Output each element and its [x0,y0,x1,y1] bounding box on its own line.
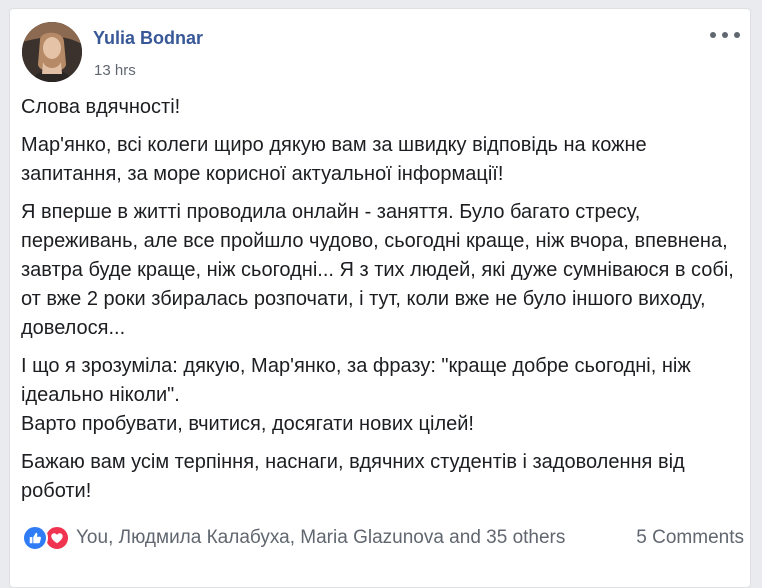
dot [734,32,740,38]
author-name[interactable]: Yulia Bodnar [93,28,203,49]
post-card: Yulia Bodnar 13 hrs Слова вдячності! Мар… [9,8,751,588]
dot [722,32,728,38]
post-body: Слова вдячності! Мар'янко, всі колеги щи… [21,93,737,515]
post-header: Yulia Bodnar 13 hrs [22,22,740,86]
reactors-text[interactable]: You, Людмила Калабуха, Maria Glazunova a… [76,527,565,549]
post-paragraph: Я вперше в житті проводила онлайн - заня… [21,201,734,339]
post-timestamp[interactable]: 13 hrs [94,62,136,79]
more-options-icon[interactable] [710,26,740,44]
post-footer: You, Людмила Калабуха, Maria Glazunova a… [22,523,744,553]
comments-link[interactable]: 5 Comments [636,527,744,549]
like-icon [22,525,48,551]
post-paragraph: І що я зрозуміла: дякую, Мар'янко, за фр… [21,355,691,435]
dot [710,32,716,38]
post-paragraph: Бажаю вам усім терпіння, наснаги, вдячни… [21,451,685,502]
post-paragraph: Слова вдячності! [21,96,181,118]
avatar[interactable] [22,22,82,82]
avatar-image [22,22,82,82]
reactions-summary[interactable]: You, Людмила Калабуха, Maria Glazunova a… [22,525,565,551]
post-paragraph: Мар'янко, всі колеги щиро дякую вам за ш… [21,134,647,185]
